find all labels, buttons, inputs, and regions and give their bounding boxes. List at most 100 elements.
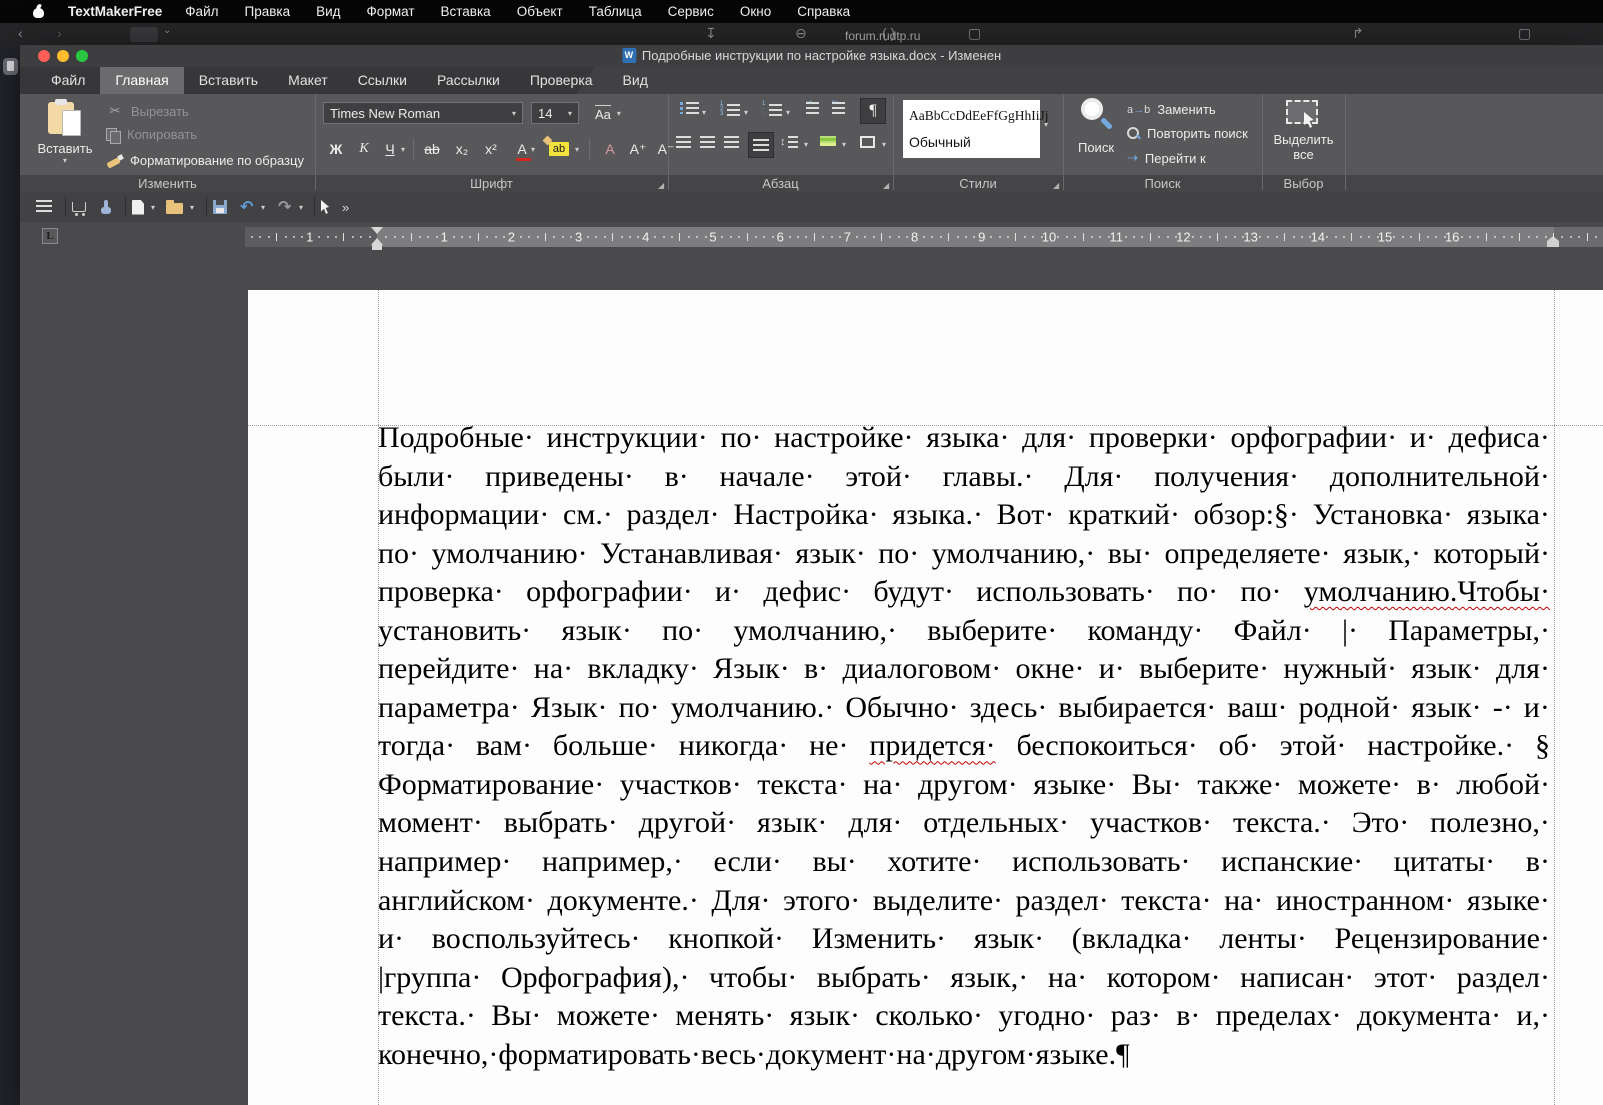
open-dropdown[interactable]: ▾ xyxy=(190,192,194,222)
font-dialog-launcher[interactable]: ◢ xyxy=(658,181,664,190)
zoom-button[interactable] xyxy=(76,50,88,62)
menu-item-7[interactable]: Объект xyxy=(517,4,563,19)
tab-1[interactable]: Файл xyxy=(36,67,100,94)
bold-button[interactable]: Ж xyxy=(323,136,349,162)
show-formatting-marks-button[interactable]: ¶ xyxy=(860,98,886,124)
tab-2[interactable]: Главная xyxy=(100,67,183,94)
shop-button[interactable] xyxy=(72,192,86,222)
minimize-button[interactable] xyxy=(57,50,69,62)
chevron-down-icon[interactable]: ⌄ xyxy=(163,25,171,36)
increase-indent-button[interactable]: → xyxy=(806,102,819,114)
borders-button[interactable] xyxy=(860,136,875,148)
tab-3[interactable]: Вставить xyxy=(184,67,273,94)
menu-item-8[interactable]: Таблица xyxy=(589,4,642,19)
repeat-search-button[interactable]: Повторить поиск xyxy=(1127,126,1248,141)
bullet-list-button[interactable] xyxy=(680,102,699,114)
subscript-button[interactable]: x₂ xyxy=(449,136,475,162)
decrease-indent-button[interactable]: ← xyxy=(832,102,845,114)
clipboard-icon[interactable]: ▢ xyxy=(968,25,981,42)
new-document-button[interactable] xyxy=(132,192,144,222)
tab-stop-selector[interactable]: L xyxy=(42,228,58,244)
new-document-dropdown[interactable]: ▾ xyxy=(151,192,155,222)
cut-button[interactable]: ✂ Вырезать xyxy=(106,103,189,119)
align-center-button[interactable] xyxy=(700,136,715,148)
highlight-dropdown[interactable]: ▾ xyxy=(571,136,583,162)
menu-item-4[interactable]: Вид xyxy=(316,4,340,19)
font-color-dropdown[interactable]: ▾ xyxy=(527,136,539,162)
style-preview-box[interactable]: AaBbCcDdEeFfGgHhIiJj Обычный xyxy=(903,100,1040,158)
tab-7[interactable]: Проверка xyxy=(515,67,608,94)
share-icon[interactable]: ↱ xyxy=(1352,25,1364,42)
borders-dropdown[interactable]: ▾ xyxy=(882,140,886,149)
tab-6[interactable]: Рассылки xyxy=(422,67,515,94)
horizontal-ruler[interactable]: 112345678910111213141516 xyxy=(245,227,1603,247)
format-painter-button[interactable]: Форматирование по образцу xyxy=(106,153,304,168)
superscript-button[interactable]: x² xyxy=(478,136,504,162)
bullet-list-dropdown[interactable]: ▾ xyxy=(702,108,706,117)
redo-dropdown[interactable]: ▾ xyxy=(299,192,303,222)
document-page[interactable]: Подробные·инструкции·по·настройке·языка·… xyxy=(248,290,1603,1105)
align-left-button[interactable] xyxy=(676,136,691,148)
desktop-file-icon[interactable] xyxy=(3,58,18,75)
styles-dialog-launcher[interactable]: ◢ xyxy=(1053,181,1059,190)
line-spacing-dropdown[interactable]: ▾ xyxy=(804,140,808,149)
close-button[interactable] xyxy=(38,50,50,62)
menu-item-1[interactable]: TextMakerFree xyxy=(68,4,162,19)
styles-dropdown[interactable]: ▾ xyxy=(1044,120,1048,129)
font-size-combo[interactable]: 14▾ xyxy=(531,102,579,124)
window-titlebar[interactable]: W Подробные инструкции по настройке язык… xyxy=(20,45,1603,67)
copy-button[interactable]: Копировать xyxy=(106,127,197,142)
ruler-tick xyxy=(327,236,329,238)
download-icon[interactable]: ↧ xyxy=(705,25,717,42)
paragraph-dialog-launcher[interactable]: ◢ xyxy=(883,181,889,190)
tab-8[interactable]: Вид xyxy=(608,67,663,94)
multilevel-list-dropdown[interactable]: ▾ xyxy=(786,108,790,117)
hand-icon xyxy=(100,200,112,214)
menu-item-11[interactable]: Справка xyxy=(797,4,850,19)
numbered-list-button[interactable]: 123 xyxy=(720,102,740,117)
multilevel-list-button[interactable]: 1·· xyxy=(762,102,782,117)
shading-dropdown[interactable]: ▾ xyxy=(842,140,846,149)
goto-button[interactable]: ⇢ Перейти к xyxy=(1127,150,1206,166)
touch-mode-button[interactable] xyxy=(100,192,112,222)
menu-item-10[interactable]: Окно xyxy=(740,4,771,19)
menu-item-9[interactable]: Сервис xyxy=(668,4,714,19)
desktop-edge xyxy=(0,47,20,1105)
paste-button[interactable]: Вставить ▾ xyxy=(28,98,102,172)
menu-item-6[interactable]: Вставка xyxy=(441,4,491,19)
strikethrough-button[interactable]: ab xyxy=(419,136,445,162)
toolbar-overflow-button[interactable]: » xyxy=(342,192,349,222)
redo-button[interactable]: ↷ xyxy=(278,192,291,222)
open-button[interactable] xyxy=(166,192,183,222)
menu-item-3[interactable]: Правка xyxy=(245,4,291,19)
align-right-button[interactable] xyxy=(724,136,739,148)
menu-item-2[interactable]: Файл xyxy=(185,4,218,19)
undo-button[interactable]: ↶ xyxy=(240,192,253,222)
change-case-button[interactable]: Aa▾ xyxy=(589,102,633,124)
forward-icon[interactable]: › xyxy=(57,25,62,41)
font-name-combo[interactable]: Times New Roman▾ xyxy=(323,102,523,124)
object-mode-button[interactable] xyxy=(321,192,332,222)
apple-icon[interactable] xyxy=(33,5,44,18)
sidebar-toggle-icon[interactable] xyxy=(130,27,158,42)
italic-button[interactable]: К xyxy=(351,136,377,162)
shading-button[interactable] xyxy=(820,136,836,146)
tab-5[interactable]: Ссылки xyxy=(343,67,422,94)
text-line: конечно,·форматировать·весь·документ·на·… xyxy=(378,1038,1550,1077)
clear-formatting-button[interactable]: A xyxy=(597,136,623,162)
window-icon[interactable]: ▢ xyxy=(1518,25,1531,42)
back-icon[interactable]: ‹ xyxy=(18,25,23,41)
underline-dropdown[interactable]: ▾ xyxy=(397,136,409,162)
replace-button[interactable]: a→b Заменить xyxy=(1127,102,1216,117)
extension-icon[interactable]: ⊖ xyxy=(795,25,807,42)
undo-dropdown[interactable]: ▾ xyxy=(261,192,265,222)
justify-button[interactable] xyxy=(748,132,774,158)
grow-font-button[interactable]: A⁺ xyxy=(625,136,651,162)
line-spacing-button[interactable]: ↕ xyxy=(780,136,798,148)
menu-item-5[interactable]: Формат xyxy=(367,4,415,19)
numbered-list-dropdown[interactable]: ▾ xyxy=(744,108,748,117)
toolbar-menu-button[interactable] xyxy=(36,192,52,222)
tab-4[interactable]: Макет xyxy=(273,67,343,94)
highlight-button[interactable]: ab xyxy=(545,136,573,162)
save-button[interactable] xyxy=(213,192,227,222)
